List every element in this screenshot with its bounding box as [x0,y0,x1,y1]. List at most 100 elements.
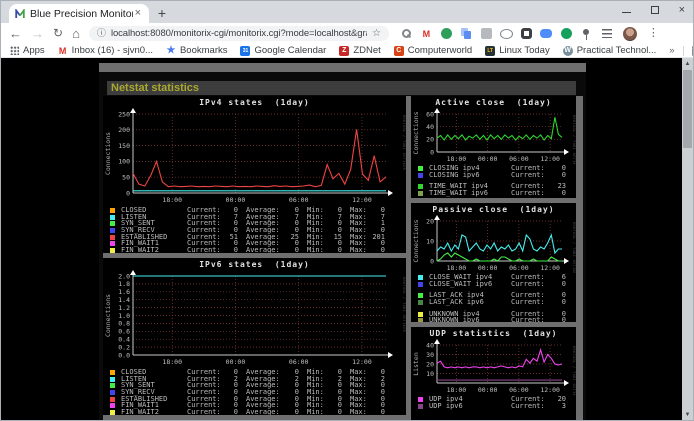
stat-key: Current: [187,247,223,253]
extensions-row: M [400,27,614,40]
legend-row: CLOSING ipv6Current:0 [418,172,576,179]
svg-text:0: 0 [430,257,434,265]
stat-value: 0 [223,409,238,415]
window-close-button[interactable]: × [679,5,685,15]
back-icon[interactable]: ← [9,27,22,40]
messenger-extension-icon[interactable] [540,27,553,40]
address-bar[interactable]: ⓘ localhost:8080/monitorix-cgi/monitorix… [89,26,389,41]
legend-row: UNKNOWN ipv6Current:0 [418,317,576,322]
stat-key: Min: [307,409,327,415]
bookmark-bookmarks-star[interactable]: ★Bookmarks [166,45,228,56]
scroll-up-icon[interactable]: ▲ [682,58,693,69]
legend-swatch [110,215,115,220]
home-icon[interactable]: ⌂ [72,27,80,40]
queue-extension-icon[interactable] [602,29,612,38]
stat-value: 0 [551,172,566,179]
svg-text:06:00: 06:00 [509,155,529,163]
legend-swatch [110,228,115,233]
profile-avatar[interactable] [623,27,637,41]
minimize-button[interactable] [622,12,631,13]
google-calendar-icon: 31 [240,46,250,56]
svg-text:12:00: 12:00 [352,196,372,204]
passive-close-graph[interactable]: Passive close (1day) 0102018:0000:0006:0… [411,203,576,322]
forward-icon[interactable]: → [31,27,44,40]
page-info-icon[interactable]: ⓘ [97,29,106,38]
pin-extension-icon[interactable] [580,27,593,40]
svg-text:06:00: 06:00 [289,196,309,204]
stat-value: 0 [551,317,566,322]
browser-tab[interactable]: Blue Precision Monitorix × [9,4,149,23]
udp-statistics-graph[interactable]: UDP statistics (1day) 1020304018:0000:00… [411,327,576,420]
stat-key: Max: [350,247,370,253]
legend-swatch [110,403,115,408]
legend-label: UDP ipv6 [429,403,511,410]
keep-extension-icon[interactable] [440,27,453,40]
search-extension-icon[interactable] [402,29,411,38]
stat-value: 0 [551,281,566,288]
bookmark-star-icon[interactable]: ☆ [372,28,381,39]
legend-swatch [110,370,115,375]
ipv6-states-graph[interactable]: IPv6 states (1day) 0.00.20.40.60.81.01.2… [103,258,406,415]
svg-text:06:00: 06:00 [509,386,529,394]
legend-swatch [418,300,423,305]
legend-label: CLOSING ipv6 [429,172,511,179]
legend-swatch [418,191,423,196]
bookmark-wordpress[interactable]: WPractical Technol... [563,45,657,56]
chart-legend: UDP ipv4Current:20UDP ipv6Current:3 [411,395,576,409]
new-tab-button[interactable]: + [149,4,175,23]
monitorix-favicon [15,9,25,19]
scrollbar-thumb[interactable] [683,70,692,148]
tab-close-icon[interactable]: × [133,8,143,19]
svg-text:0: 0 [430,148,434,156]
copy-pages-extension-icon[interactable] [460,27,473,40]
chart-title: Passive close (1day) [411,203,576,213]
legend-swatch [110,383,115,388]
svg-text:40: 40 [426,341,434,349]
stat-value: 0 [551,299,566,306]
bookmark-google-calendar[interactable]: 31Google Calendar [240,45,326,56]
hangouts-extension-icon[interactable] [560,27,573,40]
eye-extension-icon[interactable] [500,27,513,40]
bookmark-label: Practical Technol... [577,45,657,56]
legend-swatch [418,312,423,317]
stat-value: 0 [284,409,299,415]
menu-kebab-icon[interactable]: ⋮ [646,28,661,39]
svg-text:1.2: 1.2 [118,304,130,312]
svg-text:00:00: 00:00 [478,155,498,163]
svg-text:10: 10 [426,370,434,378]
svg-text:12:00: 12:00 [540,386,560,394]
svg-text:18:00: 18:00 [447,386,467,394]
gmail-icon[interactable]: M [420,27,433,40]
legend-label: UNKNOWN ipv6 [429,317,511,322]
legend-swatch [110,390,115,395]
url-text[interactable]: localhost:8080/monitorix-cgi/monitorix.c… [111,28,367,39]
active-close-graph[interactable]: Active close (1day) 020406018:0000:0006:… [411,96,576,198]
bookmarks-overflow-icon[interactable]: » [669,45,674,56]
bookmarks-star-icon: ★ [166,46,176,56]
dark-app-extension-icon[interactable] [520,27,533,40]
stat-value: 0 [370,409,385,415]
legend-label: FIN_WAIT2 [121,247,187,253]
chart-title: UDP statistics (1day) [411,327,576,337]
apps-icon [10,46,19,55]
page-extension-icon[interactable] [480,27,493,40]
bookmark-apps[interactable]: Apps [10,45,45,56]
bookmark-linux-today[interactable]: LTLinux Today [485,45,550,56]
legend-row: UDP ipv6Current:3 [418,403,576,410]
stat-value: 0 [223,247,238,253]
page-scrollbar[interactable]: ▲ ▼ [682,58,693,420]
bookmark-computerworld[interactable]: CComputerworld [394,45,472,56]
linux-today-icon: LT [485,46,495,56]
ipv4-states-graph[interactable]: IPv4 states (1day) 05010015020025018:000… [103,96,406,253]
reload-icon[interactable]: ↻ [53,27,63,40]
window-controls: × [622,4,685,16]
bookmark-label: Apps [23,45,45,56]
bookmark-gmail-inbox[interactable]: MInbox (16) - sjvn0... [58,45,153,56]
svg-text:1.8: 1.8 [118,280,130,288]
chart-legend: CLOSEDCurrent:0Average:0Min:0Max:0LISTEN… [103,206,406,253]
maximize-button[interactable] [651,6,659,14]
scroll-down-icon[interactable]: ▼ [682,409,693,420]
tab-title: Blue Precision Monitorix [30,8,133,20]
legend-group: UDP ipv4Current:20UDP ipv6Current:3 [418,396,576,409]
bookmark-zdnet[interactable]: ZZDNet [339,45,380,56]
